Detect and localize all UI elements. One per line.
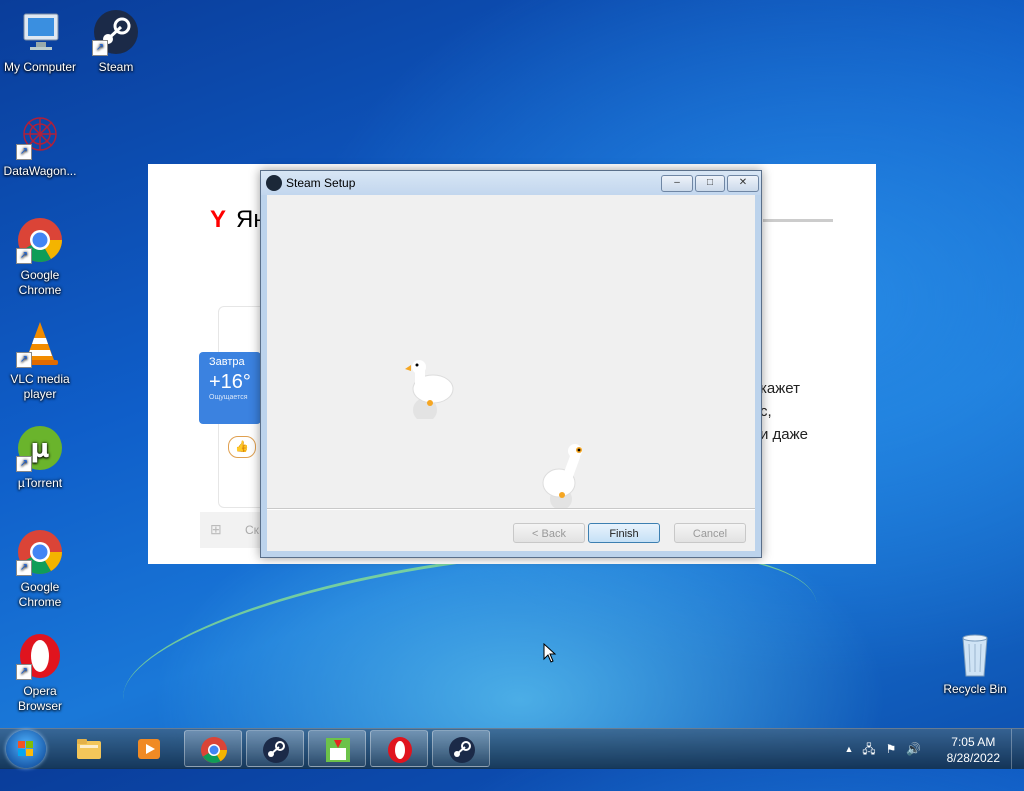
weather-temp: +16° xyxy=(209,371,251,393)
finish-button[interactable]: Finish xyxy=(588,523,660,543)
computer-icon xyxy=(16,8,64,56)
dialog-titlebar[interactable]: Steam Setup – □ ✕ xyxy=(261,171,761,195)
article-text: кажет с, и даже xyxy=(760,380,809,443)
goose-icon xyxy=(542,444,582,510)
taskbar-explorer[interactable] xyxy=(60,730,118,767)
desktop-icon-label: µTorrent xyxy=(17,476,63,490)
network-icon[interactable]: 🖧 xyxy=(862,742,876,756)
volume-icon[interactable]: 🔊 xyxy=(906,742,921,756)
recycle-bin-icon xyxy=(951,630,999,678)
shortcut-arrow-icon: ↗ xyxy=(16,352,32,368)
yandex-logo: Y Ян xyxy=(210,206,267,233)
desktop-icon-label: Steam xyxy=(98,60,134,74)
desktop-icon-label: DataWagon... xyxy=(3,164,77,178)
taskbar-media-player[interactable] xyxy=(120,730,178,767)
taskbar-opera[interactable] xyxy=(370,730,428,767)
opera-icon xyxy=(388,737,412,763)
desktop-icon-label: Google Chrome xyxy=(18,580,62,609)
steam-icon: ↗ xyxy=(92,8,140,56)
weather-widget[interactable]: Завтра +16° Ощущается xyxy=(199,352,261,424)
clock-time: 7:05 AM xyxy=(951,735,996,749)
datawagon-icon: ↗ xyxy=(16,112,64,160)
divider xyxy=(763,219,833,222)
installer-icon xyxy=(326,738,350,762)
shortcut-arrow-icon: ↗ xyxy=(16,664,32,680)
desktop-icon-datawagon[interactable]: ↗ DataWagon... xyxy=(0,112,80,179)
cancel-button[interactable]: Cancel xyxy=(674,523,746,543)
folder-icon xyxy=(77,739,101,759)
weather-label: Завтра xyxy=(209,356,245,368)
weather-feels: Ощущается xyxy=(209,394,248,401)
chrome-icon: ↗ xyxy=(16,528,64,576)
action-center-flag-icon[interactable]: ⚑ xyxy=(884,742,898,756)
desktop-icon-label: VLC media player xyxy=(10,372,70,401)
tray-expand-icon[interactable]: ▲ xyxy=(842,742,856,756)
chrome-icon: ↗ xyxy=(16,216,64,264)
utorrent-icon: µ ↗ xyxy=(16,424,64,472)
shortcut-arrow-icon: ↗ xyxy=(16,560,32,576)
dialog-title: Steam Setup xyxy=(286,176,356,190)
shortcut-arrow-icon: ↗ xyxy=(16,248,32,264)
desktop-icon-vlc[interactable]: ↗ VLC media player xyxy=(0,320,80,402)
chrome-icon xyxy=(201,737,228,763)
desktop-icon-my-computer[interactable]: My Computer xyxy=(0,8,80,75)
taskbar-steam[interactable] xyxy=(246,730,304,767)
reaction-button[interactable]: 👍 xyxy=(228,436,256,458)
mouse-cursor-icon xyxy=(543,643,557,663)
desktop-icon-label: Opera Browser xyxy=(17,684,62,713)
clock[interactable]: 7:05 AM 8/28/2022 xyxy=(947,734,1000,766)
windows-logo-icon xyxy=(18,741,33,756)
system-tray: ▲ 🖧 ⚑ 🔊 7:05 AM 8/28/2022 xyxy=(834,729,1024,769)
taskbar-steam-setup[interactable] xyxy=(432,730,490,767)
minimize-button[interactable]: – xyxy=(661,175,693,192)
media-player-icon xyxy=(138,739,160,759)
show-desktop-button[interactable] xyxy=(1011,729,1024,769)
steam-icon xyxy=(266,175,282,191)
desktop-icon-label: Google Chrome xyxy=(18,268,62,297)
shortcut-arrow-icon: ↗ xyxy=(16,144,32,160)
start-button[interactable] xyxy=(6,730,46,768)
goose-icon xyxy=(405,360,454,419)
desktop-icon-recycle-bin[interactable]: Recycle Bin xyxy=(935,630,1015,697)
steam-setup-dialog[interactable]: Steam Setup – □ ✕ < Back Finish Cancel xyxy=(260,170,762,558)
search-placeholder: Ск xyxy=(245,523,259,537)
steam-icon xyxy=(449,737,475,763)
dialog-body: < Back Finish Cancel xyxy=(267,195,755,551)
close-button[interactable]: ✕ xyxy=(727,175,759,192)
back-button[interactable]: < Back xyxy=(513,523,585,543)
maximize-button[interactable]: □ xyxy=(695,175,725,192)
opera-icon: ↗ xyxy=(16,632,64,680)
desktop-icon-google-chrome-2[interactable]: ↗ Google Chrome xyxy=(0,528,80,610)
desktop-icon-opera[interactable]: ↗ Opera Browser xyxy=(0,632,80,714)
desktop-icon-label: Recycle Bin xyxy=(943,682,1007,696)
clock-date: 8/28/2022 xyxy=(946,751,1000,765)
windows-icon: ⊞ xyxy=(210,521,222,537)
desktop-icon-utorrent[interactable]: µ ↗ µTorrent xyxy=(0,424,80,491)
steam-icon xyxy=(263,737,289,763)
desktop-icon-steam[interactable]: ↗ Steam xyxy=(76,8,156,75)
desktop-icon-label: My Computer xyxy=(3,60,77,74)
shortcut-arrow-icon: ↗ xyxy=(16,456,32,472)
desktop-icon-google-chrome[interactable]: ↗ Google Chrome xyxy=(0,216,80,298)
taskbar-chrome[interactable] xyxy=(184,730,242,767)
vlc-icon: ↗ xyxy=(16,320,64,368)
taskbar-yandex-installer[interactable] xyxy=(308,730,366,767)
svg-text:µ: µ xyxy=(30,434,49,464)
shortcut-arrow-icon: ↗ xyxy=(92,40,108,56)
taskbar: ▲ 🖧 ⚑ 🔊 7:05 AM 8/28/2022 xyxy=(0,728,1024,769)
dialog-separator xyxy=(267,508,755,510)
